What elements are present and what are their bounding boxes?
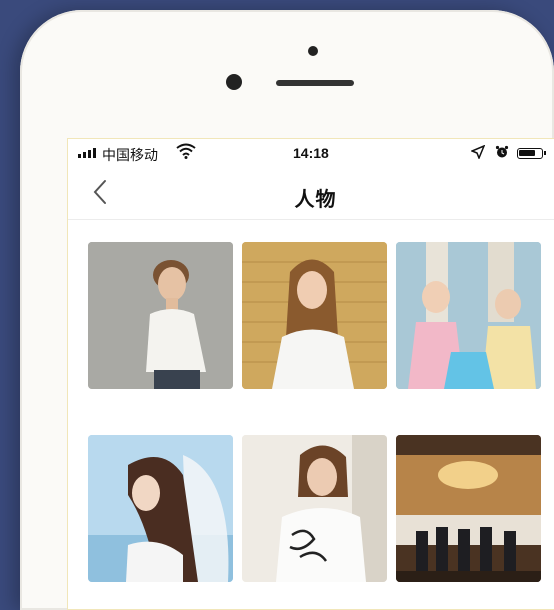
signal-icon bbox=[78, 148, 96, 158]
photo-person-4[interactable] bbox=[88, 435, 233, 582]
photo-person-6[interactable] bbox=[396, 435, 541, 582]
phone-screen: 中国移动 14:18 人物 bbox=[67, 138, 554, 610]
wifi-icon bbox=[176, 143, 196, 159]
alarm-icon bbox=[495, 145, 509, 158]
photo-person-5[interactable] bbox=[242, 435, 387, 582]
front-camera bbox=[226, 74, 242, 90]
status-time: 14:18 bbox=[293, 145, 329, 161]
earpiece-speaker bbox=[276, 80, 354, 86]
carrier-label: 中国移动 bbox=[102, 147, 158, 163]
photo-person-1[interactable] bbox=[88, 242, 233, 389]
photo-person-2[interactable] bbox=[242, 242, 387, 389]
phone-frame: 中国移动 14:18 人物 bbox=[20, 10, 554, 610]
nav-bar: 人物 bbox=[68, 167, 554, 220]
battery-icon bbox=[517, 148, 546, 159]
status-bar: 中国移动 14:18 bbox=[68, 139, 554, 167]
page-title: 人物 bbox=[294, 189, 337, 211]
location-arrow-icon bbox=[471, 145, 485, 159]
photo-person-3[interactable] bbox=[396, 242, 541, 389]
front-sensor bbox=[308, 46, 318, 56]
